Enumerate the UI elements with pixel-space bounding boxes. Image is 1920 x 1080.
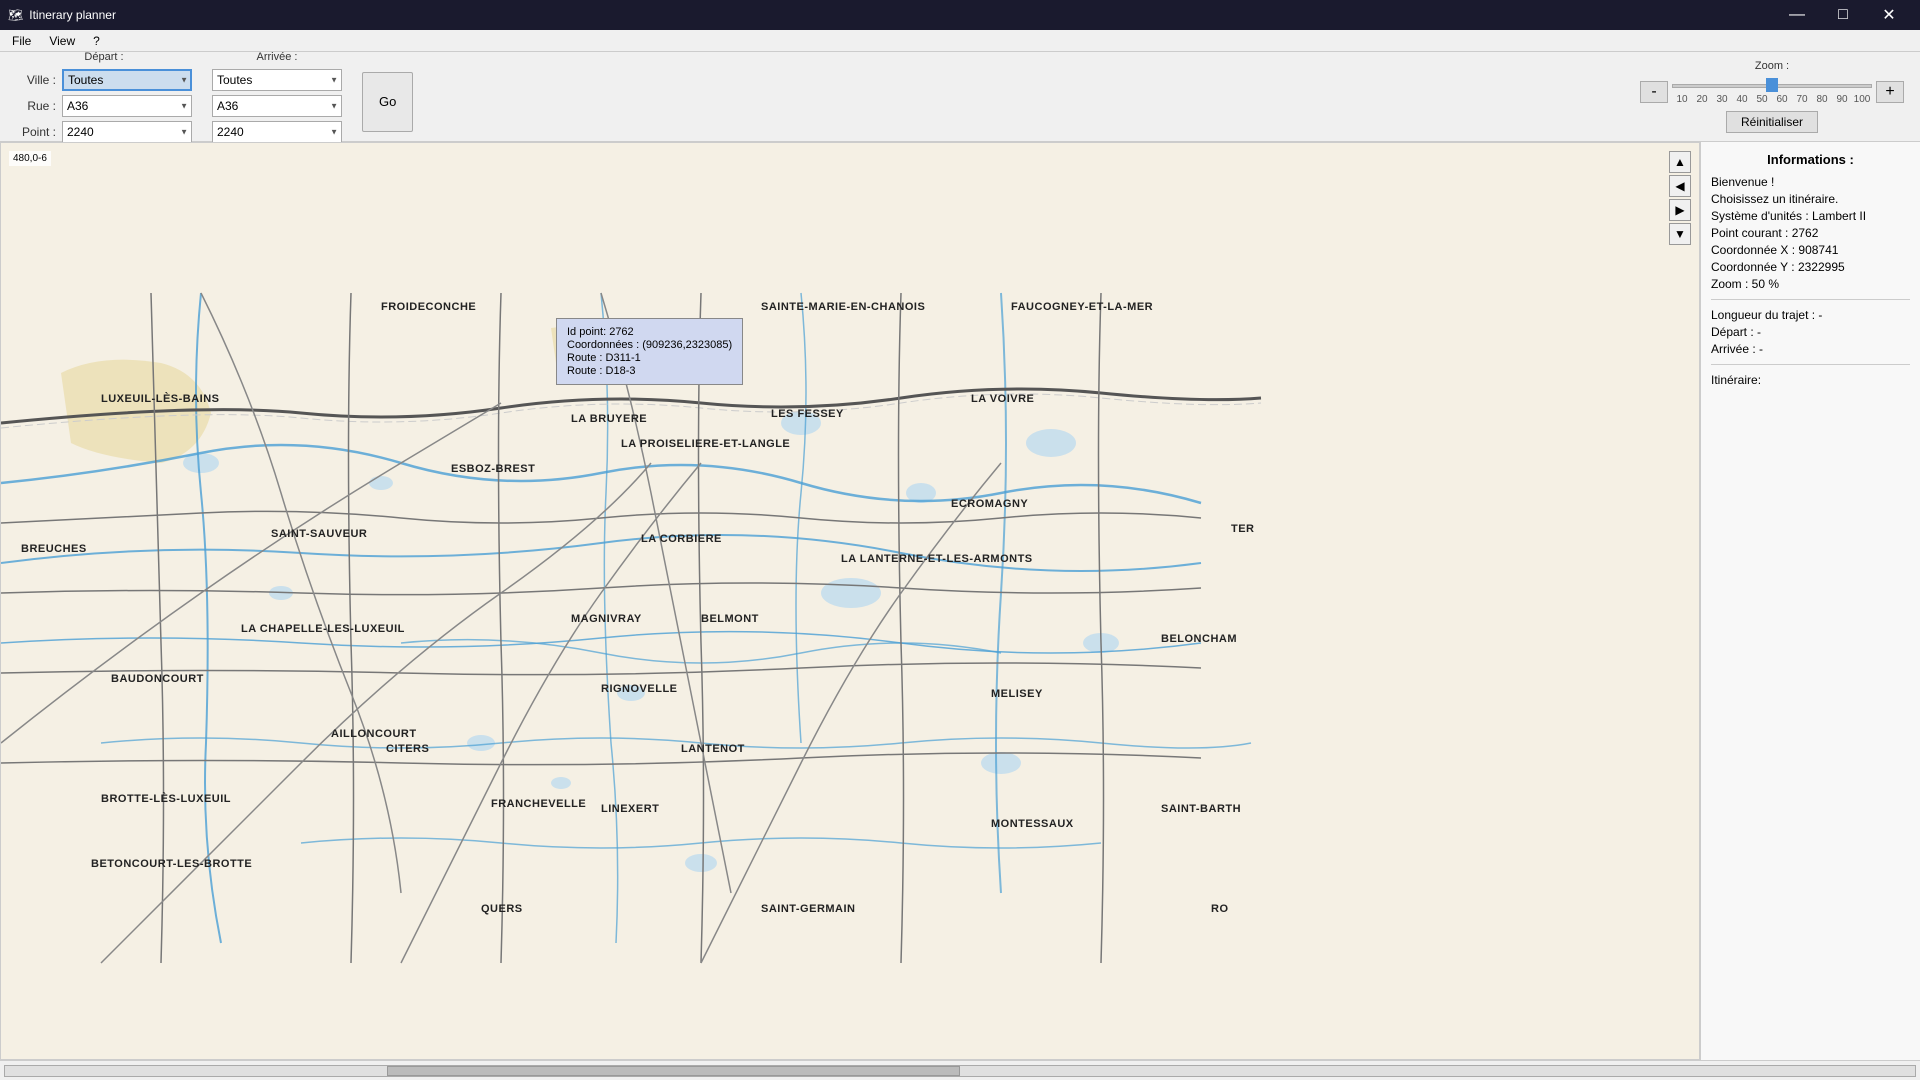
depart-ville-row: Ville : Toutes — [16, 69, 192, 91]
info-line: Choisissez un itinéraire. — [1711, 192, 1910, 206]
tooltip-coords: Coordonnées : (909236,2323085) — [567, 339, 732, 351]
arrivee-section: Arrivée : Toutes A36 2240 — [212, 51, 342, 143]
arrivee-rue-select[interactable]: A36 — [212, 95, 342, 117]
arrivee-point-select[interactable]: 2240 — [212, 121, 342, 143]
titlebar: 🗺 Itinerary planner — □ ✕ — [0, 0, 1920, 30]
map-zoom-controls: ▲ ◀ ▶ ▼ — [1669, 151, 1691, 245]
depart-rue-row: Rue : A36 — [16, 95, 192, 117]
titlebar-left: 🗺 Itinerary planner — [8, 8, 116, 22]
arrivee-point-wrapper: 2240 — [212, 121, 342, 143]
map-tooltip: Id point: 2762 Coordonnées : (909236,232… — [556, 318, 743, 385]
zoom-minus-button[interactable]: - — [1640, 81, 1668, 103]
maximize-button[interactable]: □ — [1820, 0, 1866, 30]
arrivee-rue-row: A36 — [212, 95, 342, 117]
zoom-plus-button[interactable]: + — [1876, 81, 1904, 103]
zoom-controls: - 10 20 30 40 50 60 70 80 90 100 — [1640, 78, 1904, 105]
titlebar-controls: — □ ✕ — [1774, 0, 1912, 30]
depart-point-wrapper: 2240 — [62, 121, 192, 143]
arrivee-ville-select[interactable]: Toutes — [212, 69, 342, 91]
ville-label: Ville : — [16, 73, 56, 87]
arrivee-title: Arrivée : — [212, 51, 342, 63]
info-divider — [1711, 299, 1910, 300]
controls-bar: Départ : Ville : Toutes Rue : A36 Point … — [0, 52, 1920, 142]
menu-view[interactable]: View — [41, 32, 83, 50]
menu-file[interactable]: File — [4, 32, 39, 50]
info-line: Bienvenue ! — [1711, 175, 1910, 189]
map-nav-up[interactable]: ▲ — [1669, 151, 1691, 173]
info-line: Système d'unités : Lambert II — [1711, 209, 1910, 223]
scrollbar-area — [0, 1060, 1920, 1080]
h-scrollbar-thumb[interactable] — [387, 1066, 960, 1076]
minimize-button[interactable]: — — [1774, 0, 1820, 30]
tooltip-route2: Route : D18-3 — [567, 365, 732, 377]
app-icon: 🗺 — [8, 8, 23, 22]
arrivee-rue-wrapper: A36 — [212, 95, 342, 117]
zoom-section: Zoom : - 10 20 30 40 50 60 70 80 90 — [1640, 60, 1904, 133]
arrivee-ville-row: Toutes — [212, 69, 342, 91]
main-content: 480,0-6 — [0, 142, 1920, 1060]
tooltip-id: Id point: 2762 — [567, 326, 732, 338]
zoom-slider-thumb[interactable] — [1766, 78, 1778, 92]
map-nav-right[interactable]: ▶ — [1669, 199, 1691, 221]
depart-section: Départ : Ville : Toutes Rue : A36 Point … — [16, 51, 192, 143]
info-line: Coordonnée Y : 2322995 — [1711, 260, 1910, 274]
info-line: Zoom : 50 % — [1711, 277, 1910, 291]
reinitialiser-button[interactable]: Réinitialiser — [1726, 111, 1818, 133]
depart-rue-select[interactable]: A36 — [62, 95, 192, 117]
info-panel: Informations : Bienvenue ! Choisissez un … — [1700, 142, 1920, 1060]
zoom-slider[interactable] — [1672, 78, 1872, 94]
app-title: Itinerary planner — [29, 8, 116, 22]
rue-label: Rue : — [16, 99, 56, 113]
map-svg — [1, 143, 1699, 1059]
depart-point-select[interactable]: 2240 — [62, 121, 192, 143]
close-button[interactable]: ✕ — [1866, 0, 1912, 30]
info-line: Départ : - — [1711, 325, 1910, 339]
arrivee-ville-wrapper: Toutes — [212, 69, 342, 91]
info-line: Longueur du trajet : - — [1711, 308, 1910, 322]
info-panel-title: Informations : — [1711, 152, 1910, 167]
map-nav-down[interactable]: ▼ — [1669, 223, 1691, 245]
map-nav-left[interactable]: ◀ — [1669, 175, 1691, 197]
info-line: Itinéraire: — [1711, 373, 1910, 387]
info-lines: Bienvenue ! Choisissez un itinéraire. Syst… — [1711, 175, 1910, 387]
depart-ville-select[interactable]: Toutes — [62, 69, 192, 91]
arrivee-point-row: 2240 — [212, 121, 342, 143]
go-button[interactable]: Go — [362, 72, 413, 132]
map-scale: 480,0-6 — [9, 151, 51, 166]
info-divider — [1711, 364, 1910, 365]
depart-rue-wrapper: A36 — [62, 95, 192, 117]
map-area[interactable]: 480,0-6 — [0, 142, 1700, 1060]
zoom-title: Zoom : — [1755, 60, 1789, 72]
info-line: Arrivée : - — [1711, 342, 1910, 356]
depart-title: Départ : — [16, 51, 192, 63]
menu-help[interactable]: ? — [85, 32, 108, 50]
zoom-tick-labels: 10 20 30 40 50 60 70 80 90 100 — [1672, 94, 1872, 105]
menubar: File View ? — [0, 30, 1920, 52]
point-label: Point : — [16, 125, 56, 139]
info-line: Point courant : 2762 — [1711, 226, 1910, 240]
depart-ville-wrapper: Toutes — [62, 69, 192, 91]
info-line: Coordonnée X : 908741 — [1711, 243, 1910, 257]
tooltip-route1: Route : D311-1 — [567, 352, 732, 364]
depart-point-row: Point : 2240 — [16, 121, 192, 143]
h-scrollbar[interactable] — [4, 1065, 1916, 1077]
